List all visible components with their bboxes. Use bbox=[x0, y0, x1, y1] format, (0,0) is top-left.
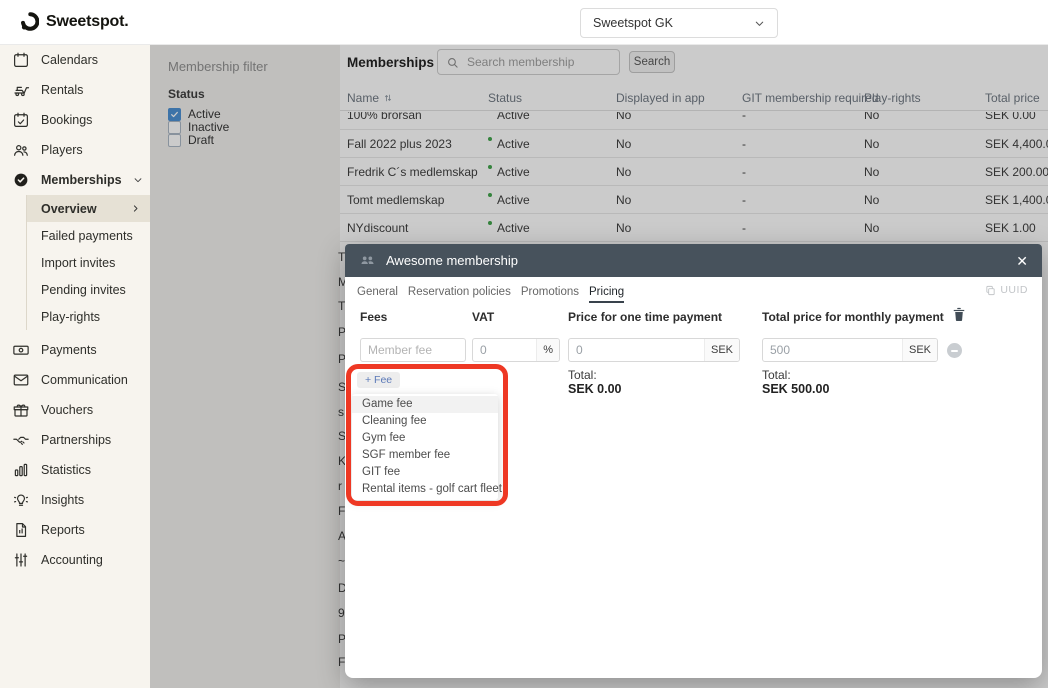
monthly-total-label: Total: bbox=[762, 368, 791, 382]
fee-option-rental-items[interactable]: Rental items - golf cart fleet bbox=[352, 481, 498, 498]
calendar-check-icon bbox=[12, 111, 30, 129]
monthly-price-input[interactable]: SEK bbox=[762, 338, 938, 362]
close-icon[interactable]: ✕ bbox=[1016, 254, 1028, 268]
app-root: Sweetspot. Sweetspot GK Calendars Rental… bbox=[0, 0, 1048, 688]
fee-option-cleaning-fee[interactable]: Cleaning fee bbox=[352, 413, 498, 430]
fee-option-git-fee[interactable]: GIT fee bbox=[352, 464, 498, 481]
tab-general[interactable]: General bbox=[357, 286, 398, 303]
sidebar-item-communication[interactable]: Communication bbox=[0, 365, 150, 395]
handshake-icon bbox=[12, 431, 30, 449]
club-selector-value: Sweetspot GK bbox=[593, 16, 673, 30]
monthly-total-value: SEK 500.00 bbox=[762, 382, 829, 396]
monthly-field[interactable] bbox=[763, 343, 902, 357]
bar-chart-icon bbox=[12, 461, 30, 479]
vat-field[interactable] bbox=[473, 343, 536, 357]
member-fee-input[interactable] bbox=[360, 338, 466, 362]
chevron-right-icon bbox=[131, 204, 140, 213]
sidebar-item-rentals[interactable]: Rentals bbox=[0, 75, 150, 105]
members-group-icon bbox=[359, 252, 376, 269]
copy-icon bbox=[985, 285, 996, 296]
sidebar-item-failed-payments[interactable]: Failed payments bbox=[27, 222, 150, 249]
sidebar-item-memberships[interactable]: Memberships bbox=[0, 165, 150, 195]
tab-reservation-policies[interactable]: Reservation policies bbox=[408, 286, 511, 303]
modal-header: Awesome membership ✕ bbox=[345, 244, 1042, 277]
remove-fee-row-icon[interactable] bbox=[947, 343, 962, 358]
modal-title: Awesome membership bbox=[386, 253, 1006, 268]
sidebar-item-partnerships[interactable]: Partnerships bbox=[0, 425, 150, 455]
golf-cart-icon bbox=[12, 81, 30, 99]
modal-tabs: General Reservation policies Promotions … bbox=[357, 277, 624, 303]
chevron-down-icon bbox=[754, 18, 765, 29]
gift-icon bbox=[12, 401, 30, 419]
sidebar: Calendars Rentals Bookings Players Membe… bbox=[0, 45, 150, 688]
fees-column-label: Fees bbox=[360, 310, 387, 324]
fee-name-field[interactable] bbox=[361, 343, 465, 357]
sidebar-item-overview[interactable]: Overview bbox=[27, 195, 150, 222]
vat-column-label: VAT bbox=[472, 310, 494, 324]
one-time-price-input[interactable]: SEK bbox=[568, 338, 740, 362]
document-icon bbox=[12, 521, 30, 539]
sidebar-item-insights[interactable]: Insights bbox=[0, 485, 150, 515]
tab-pricing[interactable]: Pricing bbox=[589, 286, 624, 303]
membership-modal: Awesome membership ✕ General Reservation… bbox=[345, 244, 1042, 678]
membership-badge-icon bbox=[12, 171, 30, 189]
fee-option-game-fee[interactable]: Game fee bbox=[352, 396, 498, 413]
one-time-total-label: Total: bbox=[568, 368, 597, 382]
sidebar-item-pending-invites[interactable]: Pending invites bbox=[27, 276, 150, 303]
fee-options-dropdown: Game fee Cleaning fee Gym fee SGF member… bbox=[352, 394, 498, 500]
sidebar-item-accounting[interactable]: Accounting bbox=[0, 545, 150, 575]
fee-option-sgf-member-fee[interactable]: SGF member fee bbox=[352, 447, 498, 464]
trash-icon[interactable] bbox=[952, 306, 966, 322]
chevron-down-icon bbox=[133, 175, 143, 185]
sidebar-item-players[interactable]: Players bbox=[0, 135, 150, 165]
sweetspot-logo-icon bbox=[20, 12, 39, 31]
sidebar-item-statistics[interactable]: Statistics bbox=[0, 455, 150, 485]
fee-option-gym-fee[interactable]: Gym fee bbox=[352, 430, 498, 447]
banknote-icon bbox=[12, 341, 30, 359]
memberships-submenu: Overview Failed payments Import invites … bbox=[26, 195, 150, 330]
one-time-column-label: Price for one time payment bbox=[568, 310, 722, 324]
people-icon bbox=[12, 141, 30, 159]
uuid-button[interactable]: UUID bbox=[985, 284, 1028, 296]
sidebar-item-play-rights[interactable]: Play-rights bbox=[27, 303, 150, 330]
lightbulb-icon bbox=[12, 491, 30, 509]
sidebar-item-calendars[interactable]: Calendars bbox=[0, 45, 150, 75]
monthly-column-label: Total price for monthly payment bbox=[762, 310, 944, 324]
sidebar-item-vouchers[interactable]: Vouchers bbox=[0, 395, 150, 425]
sidebar-item-import-invites[interactable]: Import invites bbox=[27, 249, 150, 276]
one-time-total-value: SEK 0.00 bbox=[568, 382, 622, 396]
currency-suffix: SEK bbox=[704, 339, 739, 361]
sidebar-item-payments[interactable]: Payments bbox=[0, 335, 150, 365]
club-selector[interactable]: Sweetspot GK bbox=[580, 8, 778, 38]
tab-promotions[interactable]: Promotions bbox=[521, 286, 579, 303]
one-time-field[interactable] bbox=[569, 343, 704, 357]
sidebar-item-bookings[interactable]: Bookings bbox=[0, 105, 150, 135]
percent-suffix: % bbox=[536, 339, 559, 361]
currency-suffix: SEK bbox=[902, 339, 937, 361]
calendar-icon bbox=[12, 51, 30, 69]
logo[interactable]: Sweetspot. bbox=[20, 12, 128, 31]
sliders-icon bbox=[12, 551, 30, 569]
add-fee-button[interactable]: + Fee bbox=[357, 372, 400, 388]
vat-input[interactable]: % bbox=[472, 338, 560, 362]
top-header: Sweetspot. Sweetspot GK bbox=[0, 0, 1048, 45]
envelope-icon bbox=[12, 371, 30, 389]
logo-text: Sweetspot. bbox=[46, 13, 128, 31]
sidebar-item-reports[interactable]: Reports bbox=[0, 515, 150, 545]
